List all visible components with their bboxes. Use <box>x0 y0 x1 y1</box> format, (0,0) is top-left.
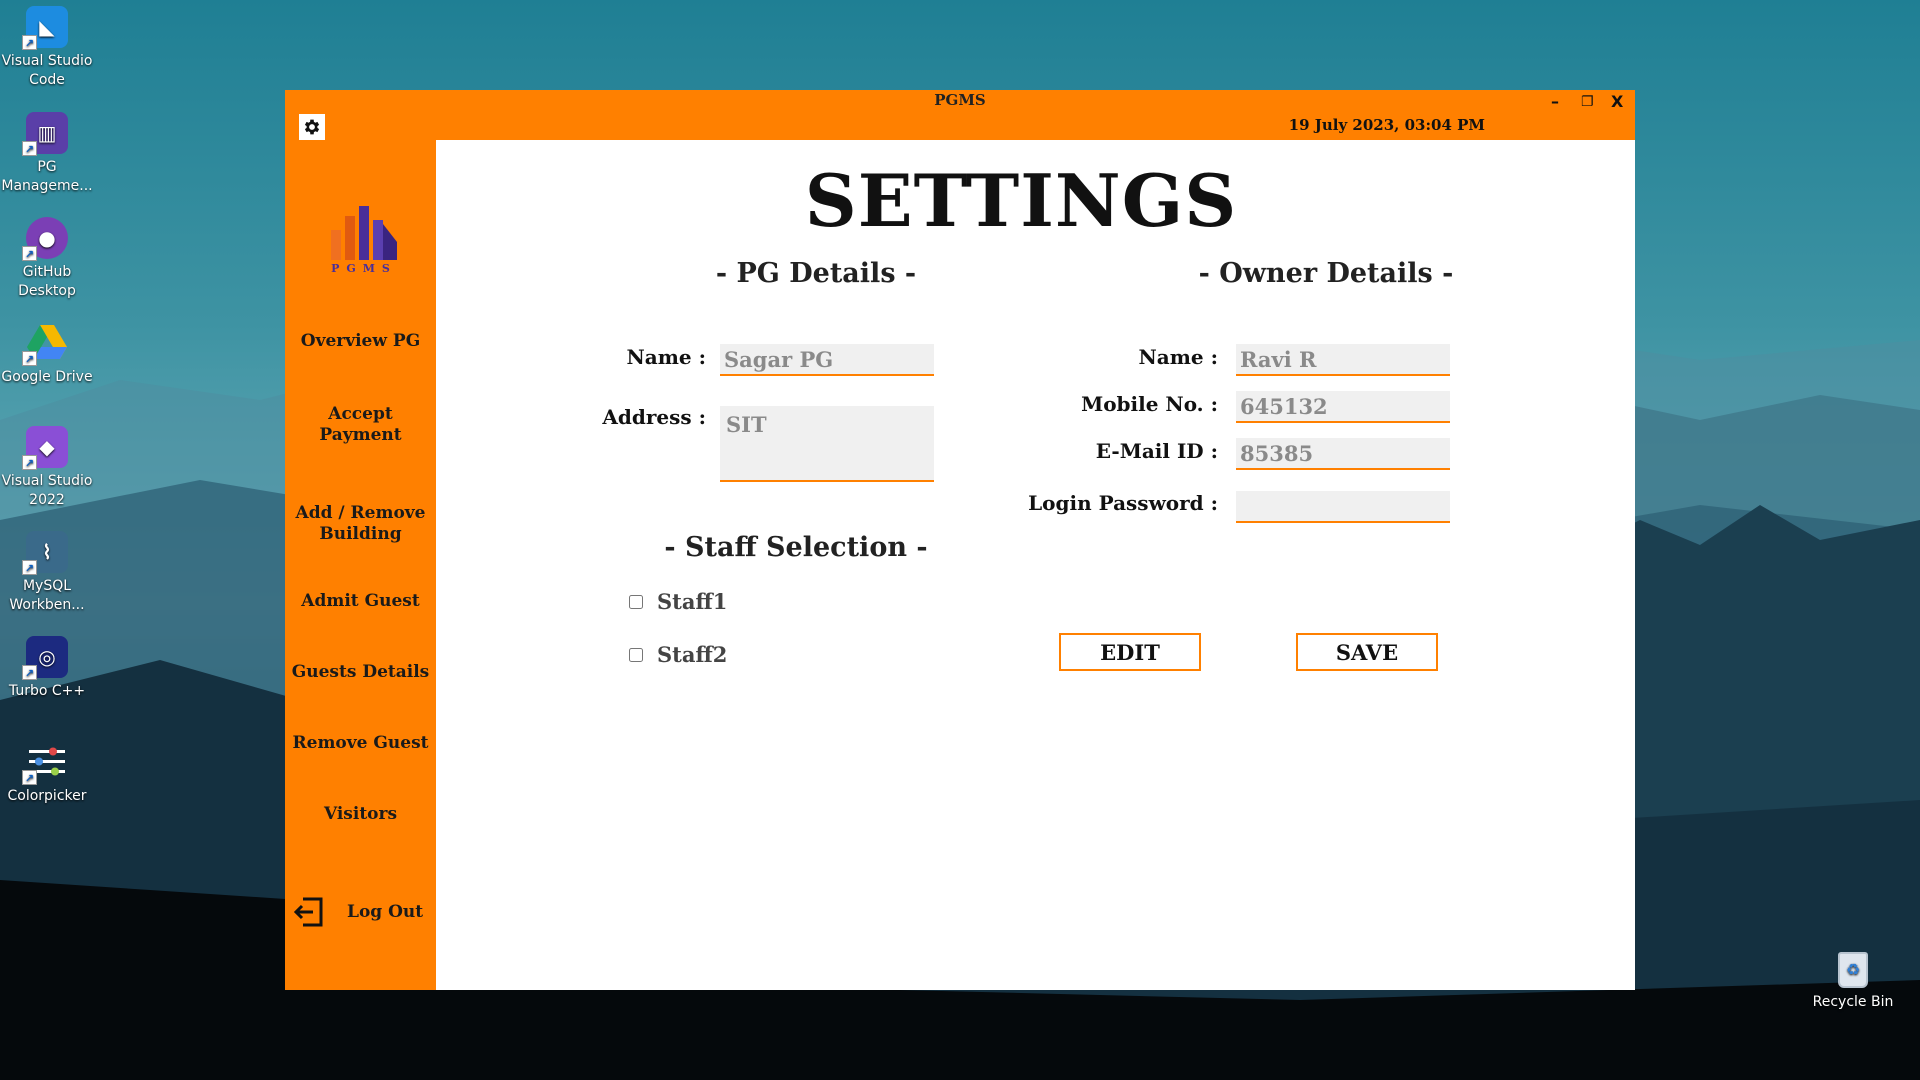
nav-label: Admit Guest <box>301 591 420 611</box>
desktop-icon-label: Turbo C++ <box>8 683 86 699</box>
desktop-icon-label: Workben... <box>9 597 85 613</box>
desktop-icon-label: GitHub <box>22 264 72 280</box>
owner-email-label: E-Mail ID : <box>1095 439 1218 463</box>
nav-visitors[interactable]: Visitors <box>285 804 436 825</box>
app-window: PGMS 19 July 2023, 03:04 PM – ❐ X PGMS O… <box>285 90 1635 990</box>
owner-mobile-input[interactable] <box>1236 391 1450 423</box>
staff1-label: Staff1 <box>657 589 728 614</box>
page-title: SETTINGS <box>804 158 1238 243</box>
staff2-option[interactable]: Staff2 <box>629 642 727 667</box>
logout-icon <box>293 897 323 927</box>
logo-text: PGMS <box>331 262 397 275</box>
sidebar: PGMS Overview PG Accept Payment Add / Re… <box>285 140 436 990</box>
nav-admit-guest[interactable]: Admit Guest <box>285 591 436 612</box>
pg-name-input[interactable] <box>720 344 934 376</box>
desktop-icon-label: Google Drive <box>1 369 93 385</box>
window-title: PGMS <box>934 91 986 109</box>
desktop-icon-label: 2022 <box>29 492 65 508</box>
desktop-icon-turbo-cpp[interactable]: ◎ ↗ Turbo C++ <box>0 636 94 701</box>
desktop-icon-colorpicker[interactable]: ↗ Colorpicker <box>0 741 94 806</box>
desktop-icon-visual-studio[interactable]: ◆ ↗ Visual Studio 2022 <box>0 426 94 510</box>
recycle-bin-icon: ♻ <box>1838 952 1868 988</box>
turbo-cpp-icon: ◎ ↗ <box>22 636 68 680</box>
nav-label: Guests Details <box>291 662 430 682</box>
desktop-icon-vscode[interactable]: ◣ ↗ Visual Studio Code <box>0 6 94 90</box>
desktop-icon-mysql-workbench[interactable]: ⌇ ↗ MySQL Workben... <box>0 531 94 615</box>
gear-icon <box>304 119 320 135</box>
maximize-button[interactable]: ❐ <box>1581 94 1594 110</box>
nav-guests-details[interactable]: Guests Details <box>285 662 436 683</box>
pg-address-label: Address : <box>602 405 706 429</box>
nav-label: Payment <box>319 425 402 445</box>
pg-address-input[interactable]: SIT <box>720 406 934 482</box>
desktop-icon-label: MySQL <box>22 578 72 594</box>
staff2-label: Staff2 <box>657 642 728 667</box>
nav-label: Overview PG <box>300 331 421 351</box>
edit-button[interactable]: EDIT <box>1059 633 1201 671</box>
visual-studio-icon: ◆ ↗ <box>22 426 68 470</box>
desktop-icon-google-drive[interactable]: ↗ Google Drive <box>0 322 94 387</box>
colorpicker-icon: ↗ <box>22 741 68 785</box>
nav-label: Visitors <box>323 804 398 824</box>
desktop-icon-label: Manageme... <box>1 178 93 194</box>
desktop-icon-label: PG <box>37 159 57 175</box>
owner-name-input[interactable] <box>1236 344 1450 376</box>
desktop-icon-label: Visual Studio <box>1 473 93 489</box>
datetime-display: 19 July 2023, 03:04 PM <box>1288 116 1485 134</box>
logout-label: Log Out <box>347 902 424 922</box>
save-button[interactable]: SAVE <box>1296 633 1438 671</box>
desktop-icon-recycle-bin[interactable]: ♻ Recycle Bin <box>1808 952 1898 1010</box>
pg-name-label: Name : <box>626 345 706 369</box>
desktop-icon-pg-management[interactable]: ▥ ↗ PG Manageme... <box>0 112 94 196</box>
github-desktop-icon: ● ↗ <box>22 217 68 261</box>
desktop-icon-label: Colorpicker <box>7 788 87 804</box>
google-drive-icon: ↗ <box>22 322 68 366</box>
pg-management-icon: ▥ ↗ <box>22 112 68 156</box>
vscode-icon: ◣ ↗ <box>22 6 68 50</box>
login-password-input[interactable] <box>1236 491 1450 523</box>
pgms-logo-icon <box>331 206 397 260</box>
nav-label: Add / Remove <box>295 503 426 523</box>
desktop-icon-label: Desktop <box>18 283 76 299</box>
minimize-button[interactable]: – <box>1551 92 1559 111</box>
settings-panel: SETTINGS - PG Details - - Owner Details … <box>436 140 1635 990</box>
staff1-option[interactable]: Staff1 <box>629 589 727 614</box>
close-button[interactable]: X <box>1611 92 1623 111</box>
desktop-icon-label: Code <box>29 72 65 88</box>
owner-email-input[interactable] <box>1236 438 1450 470</box>
owner-name-label: Name : <box>1138 345 1218 369</box>
logout-button[interactable]: Log Out <box>293 895 433 929</box>
nav-overview-pg[interactable]: Overview PG <box>285 331 436 352</box>
staff2-checkbox[interactable] <box>629 647 643 662</box>
nav-label: Remove Guest <box>292 733 429 753</box>
owner-mobile-label: Mobile No. : <box>1081 392 1218 416</box>
nav-accept-payment[interactable]: Accept Payment <box>285 404 436 446</box>
pg-details-heading: - PG Details - <box>715 258 917 289</box>
nav-label: Accept <box>328 404 393 424</box>
nav-label: Building <box>319 524 402 544</box>
desktop-icon-github-desktop[interactable]: ● ↗ GitHub Desktop <box>0 217 94 301</box>
recycle-bin-label: Recycle Bin <box>1812 994 1894 1010</box>
settings-gear-button[interactable] <box>299 114 325 140</box>
title-bar[interactable]: PGMS 19 July 2023, 03:04 PM – ❐ X <box>285 90 1635 140</box>
mysql-workbench-icon: ⌇ ↗ <box>22 531 68 575</box>
login-password-label: Login Password : <box>1028 491 1218 515</box>
desktop-icon-label: Visual Studio <box>1 53 93 69</box>
staff1-checkbox[interactable] <box>629 594 643 609</box>
owner-details-heading: - Owner Details - <box>1198 258 1454 289</box>
nav-remove-guest[interactable]: Remove Guest <box>285 733 436 754</box>
nav-add-remove-building[interactable]: Add / Remove Building <box>285 503 436 545</box>
staff-selection-heading: - Staff Selection - <box>664 532 928 563</box>
